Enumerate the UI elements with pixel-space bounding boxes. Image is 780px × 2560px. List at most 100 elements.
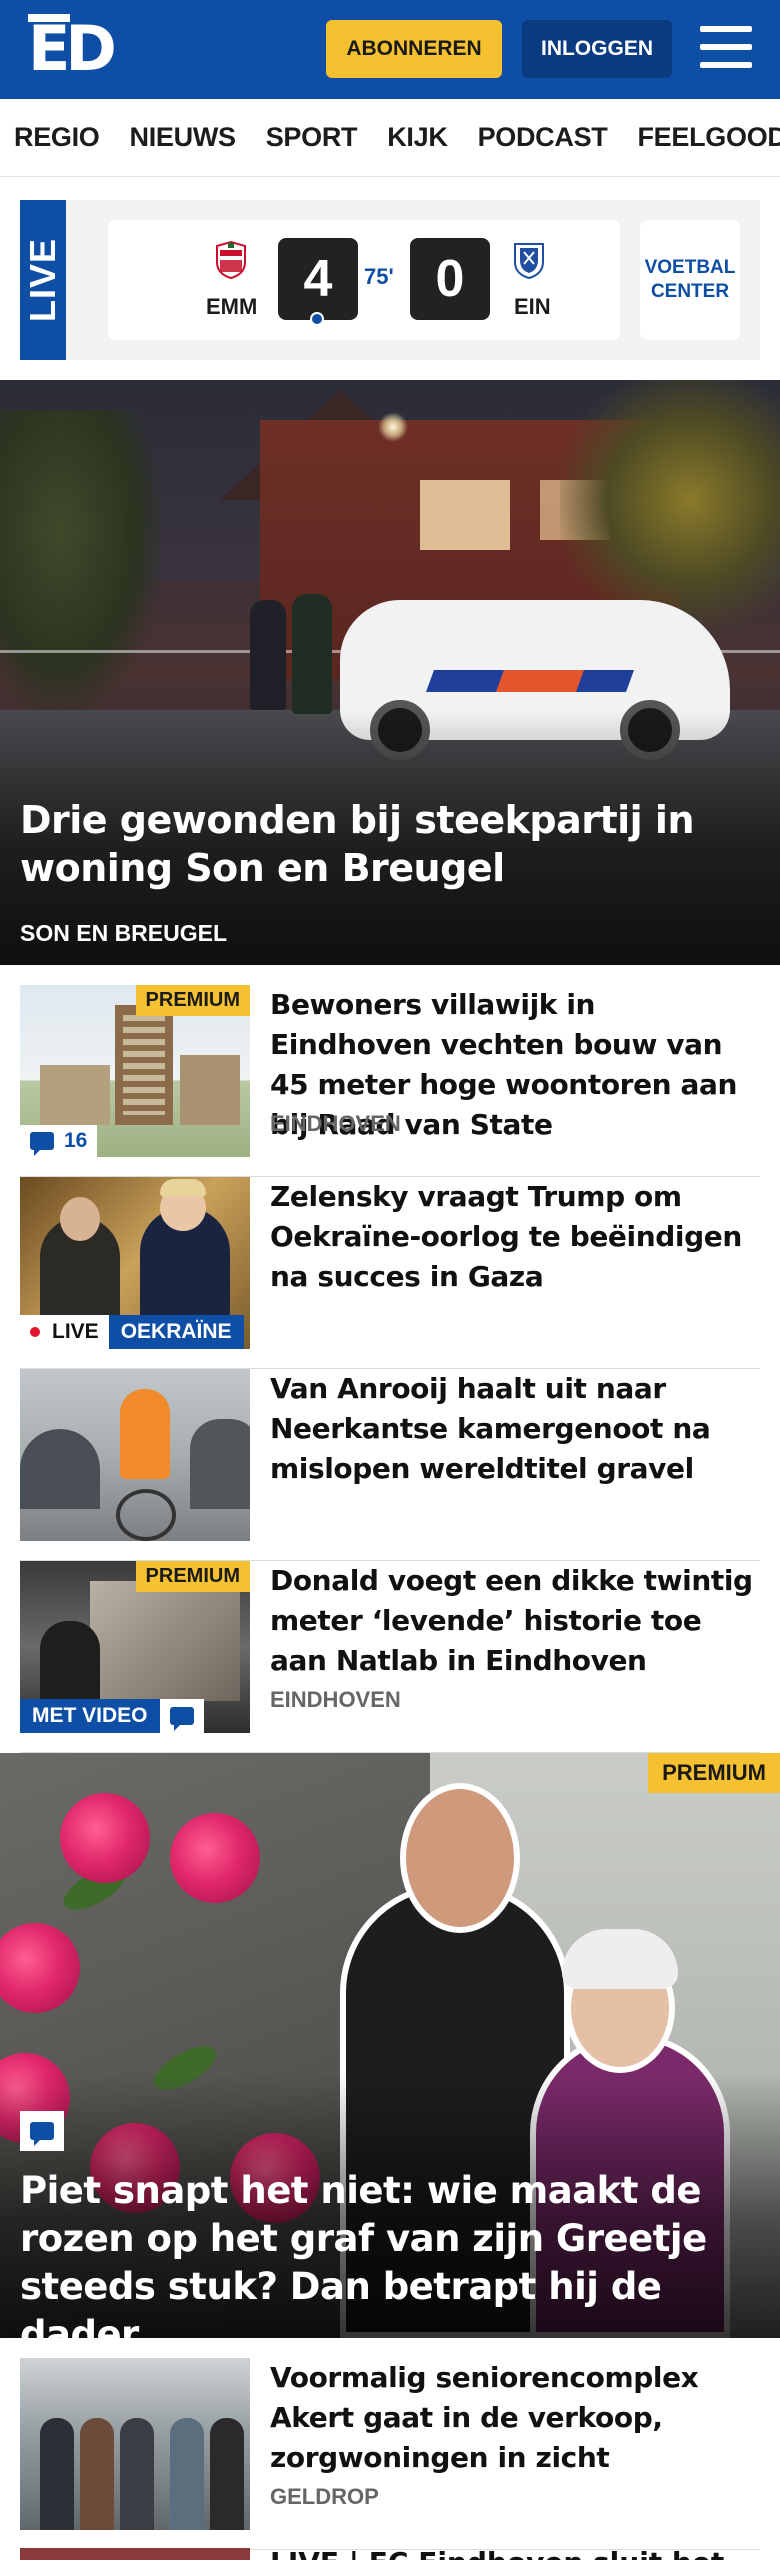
article-item[interactable]: Van Anrooij haalt uit naar Neerkantse ka… [20,1369,760,1561]
thumb-tower [115,1005,173,1125]
thumb-cyclist [120,1389,170,1479]
ed-logo[interactable]: ED [28,14,117,80]
comment-icon [169,1707,194,1731]
thumb-head [60,1197,100,1241]
menu-line [700,44,752,50]
comment-glyph [30,2122,54,2146]
nav-item-sport[interactable]: SPORT [266,122,358,153]
site-header: ED ABONNEREN INLOGGEN [0,0,780,99]
article-thumbnail: PREMIUM 16 [20,985,250,1157]
home-score: 4 [278,238,358,320]
fc-emmen-crest-icon [216,240,246,280]
article-thumbnail [20,2358,250,2530]
feature-image-face [400,1783,520,1933]
comment-icon [30,1132,54,1156]
thumb-crowd [190,1419,250,1509]
feature-title[interactable]: Piet snapt het niet: wie maakt de rozen … [20,2167,760,2338]
live-text: LIVE [52,1320,99,1343]
hero-image-person [292,594,332,714]
hero-location: SON EN BREUGEL [20,920,228,946]
article-location: EINDHOVEN [270,1687,401,1712]
match-minute: 75' [364,264,394,289]
feature-image-rose [60,1793,150,1883]
feature-image-hair [562,1929,678,1989]
article-title[interactable]: Zelensky vraagt Trump om Oekraïne-oorlog… [270,1177,760,1297]
home-team: EMM [206,294,258,319]
feature-article[interactable]: PREMIUM Piet snapt het niet: wie maakt d… [0,1753,780,2338]
article-item[interactable]: PREMIUM 16 Bewoners villawijk in Eindhov… [20,985,760,1177]
nav-item-podcast[interactable]: PODCAST [478,122,608,153]
hero-article[interactable]: Drie gewonden bij steekpartij in woning … [0,380,780,965]
article-thumbnail: LIVE OEKRAÏNE [20,1177,250,1349]
nav-item-kijk[interactable]: KIJK [387,122,448,153]
article-item-partial[interactable]: LIVE | FC Eindhoven sluit het... [20,2546,760,2560]
away-score: 0 [410,238,490,320]
live-indicator-dot [310,312,324,326]
logo-text: ED [28,12,117,85]
feature-image-rose [170,1813,260,1903]
article-thumbnail: PREMIUM MET VIDEO [20,1561,250,1733]
thumb-exhibit-screen [90,1581,240,1701]
thumb-building [180,1055,240,1125]
hero-title[interactable]: Drie gewonden bij steekpartij in woning … [20,796,740,892]
article-item[interactable]: PREMIUM MET VIDEO Donald voegt een dikke… [20,1561,760,1753]
nav-item-feelgood[interactable]: FEELGOOD [637,122,780,153]
topic-tag[interactable]: OEKRAÏNE [108,1315,244,1349]
menu-line [700,26,752,32]
article-item[interactable]: Voormalig seniorencomplex Akert gaat in … [20,2358,760,2550]
comments-badge[interactable]: 16 [20,1125,98,1157]
premium-badge: PREMIUM [135,1561,250,1592]
live-dot-icon [30,1327,40,1337]
hero-image-person [250,600,286,710]
section-nav: REGIO NIEUWS SPORT KIJK PODCAST FEELGOOD [0,99,780,177]
match-card[interactable]: EMM 4 75' 0 EIN [108,220,620,340]
article-title[interactable]: LIVE | FC Eindhoven sluit het... [270,2546,760,2560]
comment-icon[interactable] [20,2111,64,2151]
thumb-person [40,2418,74,2530]
live-badge: LIVE OEKRAÏNE [20,1315,244,1349]
hero-image-tree [560,380,780,630]
comments-badge[interactable] [159,1699,204,1733]
hamburger-icon[interactable] [700,26,752,70]
hero-image-streetlamp [378,412,408,442]
article-title[interactable]: Van Anrooij haalt uit naar Neerkantse ka… [270,1369,760,1489]
away-team: EIN [514,294,551,319]
thumb-person [210,2418,244,2530]
logo-bar [28,14,70,22]
thumb-head [160,1179,206,1231]
hero-image-car-stripe [495,670,585,692]
article-thumbnail [20,1369,250,1541]
nav-item-regio[interactable]: REGIO [14,122,100,153]
fc-eindhoven-crest-icon [514,243,544,280]
thumb-person [120,2418,154,2530]
thumb-bicycle-wheel [116,1489,176,1541]
article-title[interactable]: Voormalig seniorencomplex Akert gaat in … [270,2358,760,2478]
thumb-person [170,2418,204,2530]
voetbal-center-label-1: VOETBAL [644,257,736,278]
premium-badge: PREMIUM [135,985,250,1016]
article-thumbnail [20,2548,250,2560]
article-item[interactable]: LIVE OEKRAÏNE Zelensky vraagt Trump om O… [20,1177,760,1369]
video-label: MET VIDEO [20,1699,160,1733]
comment-count: 16 [64,1129,88,1152]
live-score-widget: LIVE EMM 4 75' 0 EIN VOETBAL CENTER [20,200,760,360]
menu-line [700,62,752,68]
live-tab-label: LIVE [22,237,63,323]
voetbal-center-button[interactable]: VOETBAL CENTER [640,220,740,340]
voetbal-center-label-2: CENTER [650,281,730,302]
article-location: GELDROP [270,2484,379,2509]
thumb-crowd [20,1429,100,1509]
login-button[interactable]: INLOGGEN [522,20,672,78]
thumb-building [40,1065,110,1125]
article-title[interactable]: Donald voegt een dikke twintig meter ‘le… [270,1561,760,1681]
nav-item-nieuws[interactable]: NIEUWS [130,122,237,153]
subscribe-button[interactable]: ABONNEREN [326,20,502,78]
premium-badge: PREMIUM [648,1753,780,1793]
hero-image-window [420,480,510,550]
thumb-person [80,2418,114,2530]
hero-image-tree [0,410,160,710]
video-badge: MET VIDEO [20,1699,204,1733]
live-tab[interactable]: LIVE [20,200,66,360]
article-location: EINDHOVEN [270,1111,401,1136]
live-badge-label: LIVE [20,1315,109,1349]
